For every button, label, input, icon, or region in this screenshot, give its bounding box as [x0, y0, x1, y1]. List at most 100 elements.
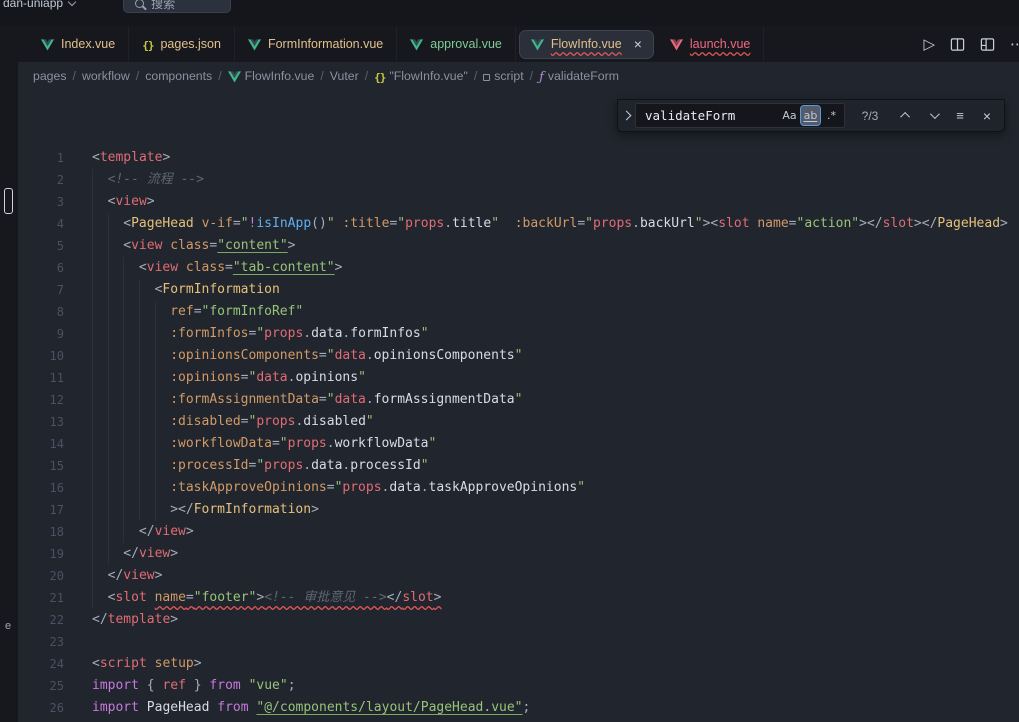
project-menu[interactable]: dan-uniapp: [0, 0, 75, 10]
code-token: slot: [402, 590, 433, 605]
code-token: slot: [883, 216, 914, 231]
previous-match-button[interactable]: [895, 105, 917, 127]
close-icon[interactable]: ×: [634, 37, 642, 51]
code-line[interactable]: </view>: [92, 521, 1019, 543]
find-in-selection-button[interactable]: ≡: [949, 105, 971, 127]
code-line[interactable]: <PageHead v-if="!isInApp()" :title="prop…: [92, 213, 1019, 235]
match-case-button[interactable]: Aa: [780, 106, 799, 125]
line-number: 3: [18, 191, 86, 213]
code-line[interactable]: <FormInformation: [92, 279, 1019, 301]
code-line[interactable]: </view>: [92, 565, 1019, 587]
editor-actions: ▷⋯: [923, 35, 1019, 53]
line-number: 14: [18, 433, 86, 455]
code-token: taskApproveOpinions: [429, 480, 578, 495]
code-line[interactable]: :opinions="data.opinions": [92, 367, 1019, 389]
tab-launch-vue[interactable]: launch.vue: [657, 26, 764, 62]
breadcrumb-item-vuter[interactable]: Vuter: [330, 69, 359, 83]
indent-guide: [108, 213, 124, 235]
line-number: 7: [18, 279, 86, 301]
editor[interactable]: 1234567891011121314151617181920212223242…: [18, 90, 1019, 722]
tab-forminformation-vue[interactable]: FormInformation.vue: [235, 26, 397, 62]
breadcrumb-item-components[interactable]: components: [145, 69, 212, 83]
code-token: opinions: [295, 370, 358, 385]
tab-flowinfo-vue[interactable]: FlowInfo.vue×: [519, 30, 654, 59]
code-token: [499, 216, 515, 231]
code-line[interactable]: <!-- 流程 -->: [92, 169, 1019, 191]
more-actions-icon[interactable]: ⋯: [1010, 35, 1019, 53]
code-token: ": [515, 392, 523, 407]
code-line[interactable]: [92, 631, 1019, 653]
code-token: >: [162, 150, 170, 165]
line-number: 26: [18, 697, 86, 719]
code-line[interactable]: <script setup>: [92, 653, 1019, 675]
indent-guide: [92, 345, 108, 367]
code-line[interactable]: :taskApproveOpinions="props.data.taskApp…: [92, 477, 1019, 499]
tab-index-vue[interactable]: Index.vue: [28, 26, 129, 62]
code-token: [194, 216, 202, 231]
code-line[interactable]: <template>: [92, 147, 1019, 169]
find-input[interactable]: validateForm Aa ab .*: [635, 103, 845, 128]
code-token: >: [194, 656, 202, 671]
code-token: PageHead: [937, 216, 1000, 231]
breadcrumb-item-script[interactable]: script: [483, 69, 523, 83]
code-line[interactable]: :disabled="props.disabled": [92, 411, 1019, 433]
code-line[interactable]: :formInfos="props.data.formInfos": [92, 323, 1019, 345]
rail-handle[interactable]: [4, 188, 13, 214]
code-token: .: [327, 436, 335, 451]
breadcrumb-item-validateform[interactable]: ƒvalidateForm: [539, 69, 619, 83]
close-find-button[interactable]: ×: [976, 105, 998, 127]
run-icon[interactable]: ▷: [923, 35, 935, 53]
breadcrumb-item-workflow[interactable]: workflow: [82, 69, 130, 83]
code-token: =: [272, 436, 280, 451]
tab-pages-json[interactable]: {}pages.json: [129, 26, 235, 62]
code-line[interactable]: :opinionsComponents="data.opinionsCompon…: [92, 345, 1019, 367]
code-line[interactable]: <view class="tab-content">: [92, 257, 1019, 279]
code-token: ": [327, 392, 335, 407]
code-token: :processId: [170, 458, 248, 473]
indent-guide: [155, 411, 171, 433]
code-line[interactable]: ></FormInformation>: [92, 499, 1019, 521]
customize-layout-icon[interactable]: [980, 37, 995, 52]
indent-guide: [155, 499, 171, 521]
code-line[interactable]: <view>: [92, 191, 1019, 213]
code-line[interactable]: :processId="props.data.processId": [92, 455, 1019, 477]
code-token: view: [123, 568, 154, 583]
indent-guide: [139, 477, 155, 499]
tab-approval-vue[interactable]: approval.vue: [397, 26, 516, 62]
global-search-box[interactable]: 搜索: [123, 0, 231, 13]
code-line[interactable]: <view class="content">: [92, 235, 1019, 257]
code-line[interactable]: </view>: [92, 543, 1019, 565]
code-line[interactable]: <slot name="footer"><!-- 审批意见 --></slot>: [92, 587, 1019, 609]
code-token: props: [288, 436, 327, 451]
code-token: >: [335, 260, 343, 275]
indent-guide: [92, 301, 108, 323]
code-line[interactable]: import { ref } from "vue";: [92, 675, 1019, 697]
code-token: >: [434, 590, 442, 605]
indent-guide: [123, 367, 139, 389]
code-token: >: [155, 568, 163, 583]
code-line[interactable]: import PageHead from "@/components/layou…: [92, 697, 1019, 719]
next-match-button[interactable]: [922, 105, 944, 127]
breadcrumb-item-pages[interactable]: pages: [33, 69, 67, 83]
indent-guide: [155, 477, 171, 499]
split-editor-icon[interactable]: [950, 37, 965, 52]
breadcrumb-item-flowinfo-vue[interactable]: FlowInfo.vue: [228, 69, 315, 83]
regex-button[interactable]: .*: [822, 106, 841, 125]
code-line[interactable]: ref="formInfoRef": [92, 301, 1019, 323]
code-token: formInfos: [350, 326, 420, 341]
code-line[interactable]: :workflowData="props.workflowData": [92, 433, 1019, 455]
indent-guide: [155, 367, 171, 389]
breadcrumb-item-flowinfo-vue[interactable]: {}"FlowInfo.vue": [374, 69, 468, 83]
whole-word-button[interactable]: ab: [801, 106, 820, 125]
code-token: ></: [859, 216, 882, 231]
code-token: [147, 656, 155, 671]
code-token: [139, 700, 147, 715]
code-token: =: [319, 348, 327, 363]
line-number: 12: [18, 389, 86, 411]
indent-guide: [92, 411, 108, 433]
code-token: ref: [162, 678, 185, 693]
code-line[interactable]: :formAssignmentData="data.formAssignment…: [92, 389, 1019, 411]
code-line[interactable]: </template>: [92, 609, 1019, 631]
code-token: "tab-content": [233, 260, 335, 275]
toggle-replace-button[interactable]: [618, 100, 635, 131]
